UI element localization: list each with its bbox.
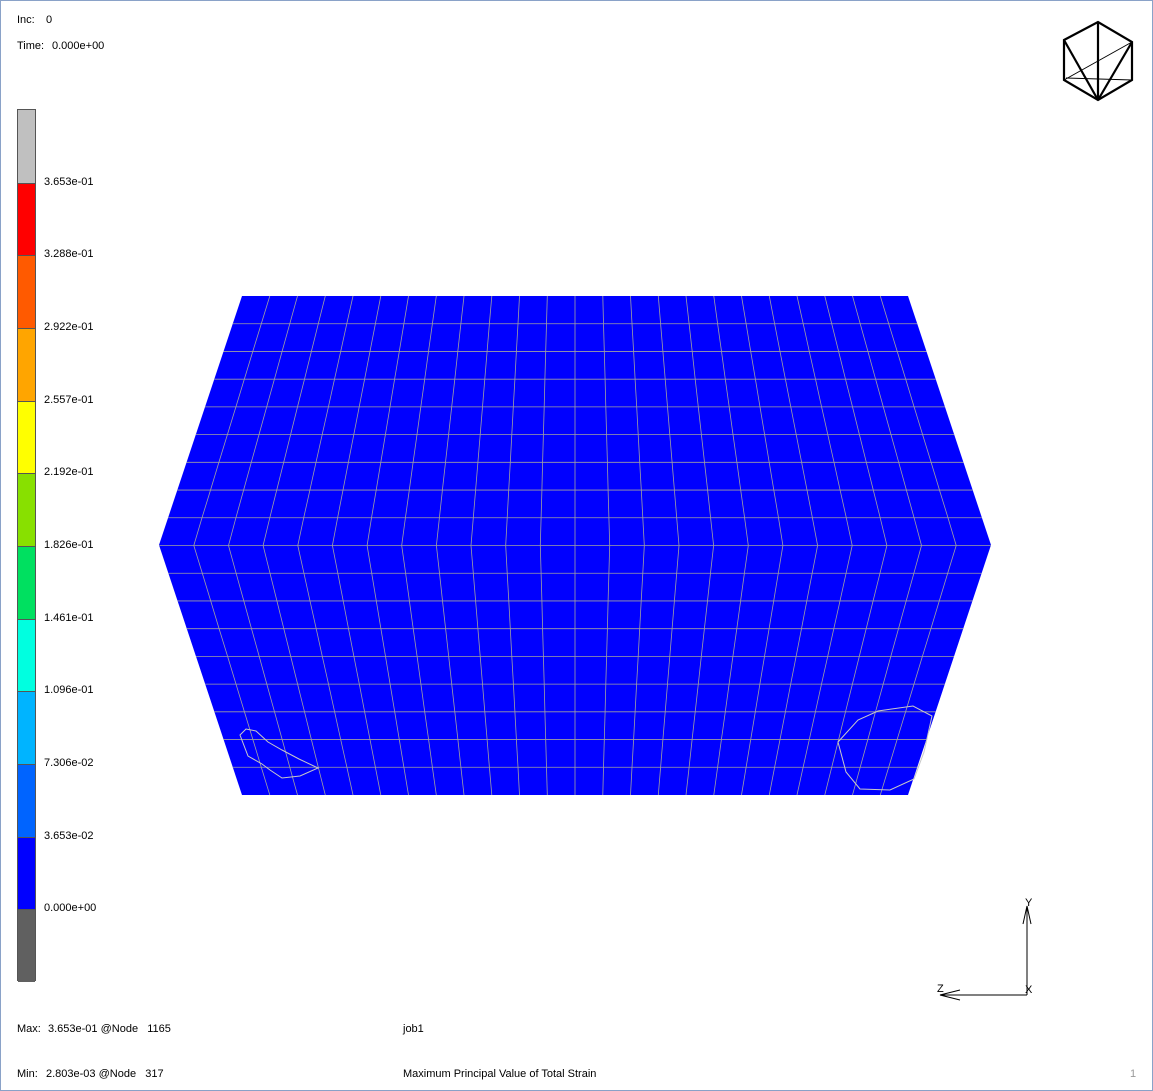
min-label: Min: [17,1068,38,1080]
page-number: 1 [1130,1068,1137,1080]
min-value: 2.803e-03 @Node 317 [46,1068,164,1080]
result-title: Maximum Principal Value of Total Strain [403,1068,597,1080]
job-name: job1 [403,1023,424,1035]
x-axis-label: X [1025,984,1033,996]
max-label: Max: [17,1023,41,1035]
model-viewport[interactable] [0,0,1153,1091]
view-cube-icon[interactable] [1062,20,1134,102]
z-axis-label: Z [937,983,944,995]
axis-triad [939,905,1032,1001]
y-axis-label: Y [1025,897,1033,909]
max-value: 3.653e-01 @Node 1165 [48,1023,171,1035]
